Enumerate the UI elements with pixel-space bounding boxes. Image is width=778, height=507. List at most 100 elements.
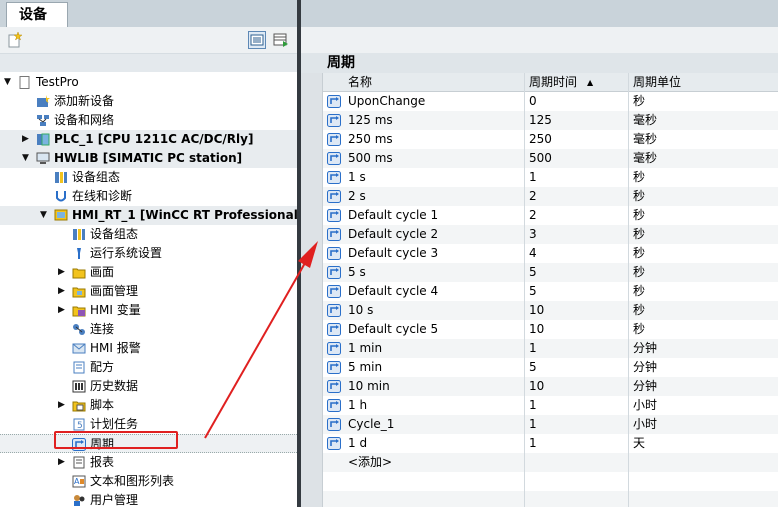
cell-name[interactable]: Default cycle 1 [323,206,525,225]
table-row[interactable]: 10 s 10 秒 [301,301,778,320]
cell-cycle-unit[interactable]: 分钟 [629,358,778,377]
row-selector[interactable] [301,168,323,187]
row-selector[interactable] [301,339,323,358]
tree-item[interactable]: ▼ TestPro [0,73,297,92]
table-row[interactable]: Default cycle 12秒 [301,206,778,225]
cell-cycle-unit[interactable]: 毫秒 [629,149,778,168]
cell-cycle-unit[interactable]: 毫秒 [629,130,778,149]
table-row[interactable]: 500 ms 500 毫秒 [301,149,778,168]
cell-name[interactable]: 2 s [323,187,525,206]
table-row[interactable]: 5 s5秒 [301,263,778,282]
table-row[interactable]: Cycle_1 1 小时 [301,415,778,434]
cell-cycle-unit[interactable]: 分钟 [629,339,778,358]
cell-cycle-time[interactable]: 10 [525,377,629,396]
cell-cycle-unit[interactable]: 分钟 [629,377,778,396]
tree-item[interactable]: 在线和诊断 [0,187,297,206]
details-view-button[interactable] [248,31,266,49]
row-selector[interactable] [301,187,323,206]
tree-item[interactable]: 配方 [0,358,297,377]
cell-name[interactable]: 250 ms [323,130,525,149]
cell-name[interactable]: 10 min [323,377,525,396]
cell-cycle-time[interactable]: 1 [525,415,629,434]
row-selector[interactable] [301,263,323,282]
row-selector[interactable] [301,282,323,301]
cell-cycle-time[interactable]: 500 [525,149,629,168]
expand-arrow-icon[interactable]: ▼ [22,149,32,168]
cell-name[interactable]: 1 s [323,168,525,187]
cell-cycle-time[interactable]: 1 [525,168,629,187]
cell-name[interactable]: Default cycle 5 [323,320,525,339]
cell-cycle-unit[interactable]: 秒 [629,187,778,206]
tree-item[interactable]: 用户管理 [0,491,297,507]
row-selector[interactable] [301,206,323,225]
cell-name[interactable]: 1 min [323,339,525,358]
column-header-name[interactable]: 名称 [323,73,525,92]
row-selector[interactable] [301,111,323,130]
cell-cycle-unit[interactable]: 天 [629,434,778,453]
cell-cycle-time[interactable]: 3 [525,225,629,244]
cell-cycle-unit[interactable]: 秒 [629,282,778,301]
tree-item[interactable]: 运行系统设置 [0,244,297,263]
cell-cycle-unit[interactable]: 秒 [629,244,778,263]
cell-name[interactable]: 1 h [323,396,525,415]
tree-item[interactable]: 设备和网络 [0,111,297,130]
tree-item[interactable]: ▶ 脚本 [0,396,297,415]
cell-name[interactable]: Default cycle 4 [323,282,525,301]
cell-cycle-time[interactable]: 125 [525,111,629,130]
collapse-arrow-icon[interactable]: ▶ [58,301,68,320]
tree-item[interactable]: ▶ 画面管理 [0,282,297,301]
cell-cycle-time[interactable]: 5 [525,282,629,301]
cell-cycle-unit[interactable]: 秒 [629,320,778,339]
collapse-arrow-icon[interactable]: ▶ [58,282,68,301]
table-row[interactable]: 250 ms 250 毫秒 [301,130,778,149]
cell-name[interactable]: 125 ms [323,111,525,130]
cell-cycle-time[interactable]: 1 [525,339,629,358]
row-selector[interactable] [301,225,323,244]
cell-cycle-time[interactable]: 0 [525,92,629,111]
tree-item[interactable]: 设备组态 [0,225,297,244]
collapse-arrow-icon[interactable]: ▶ [58,263,68,282]
add-row[interactable]: <添加> [301,453,778,472]
cell-cycle-unit[interactable]: 毫秒 [629,111,778,130]
cell-name[interactable]: Default cycle 2 [323,225,525,244]
cell-name[interactable]: Default cycle 3 [323,244,525,263]
collapse-arrow-icon[interactable]: ▶ [58,453,68,472]
table-row[interactable]: 2 s2秒 [301,187,778,206]
cell-cycle-time[interactable]: 4 [525,244,629,263]
cell-cycle-time[interactable]: 5 [525,358,629,377]
new-object-button[interactable] [6,31,24,49]
cell-name[interactable]: 5 s [323,263,525,282]
tree-item[interactable]: 连接 [0,320,297,339]
cell-cycle-unit[interactable]: 秒 [629,168,778,187]
row-selector[interactable] [301,415,323,434]
cell-cycle-time[interactable]: 5 [525,263,629,282]
cell-cycle-unit[interactable]: 小时 [629,415,778,434]
tree-item[interactable]: 历史数据 [0,377,297,396]
add-new-cycle[interactable]: <添加> [323,453,525,472]
table-row[interactable]: 125 ms 125 毫秒 [301,111,778,130]
column-header-cycle-time[interactable]: 周期时间 ▲ [525,73,629,92]
expand-arrow-icon[interactable]: ▼ [40,206,50,225]
cell-cycle-unit[interactable]: 秒 [629,301,778,320]
tree-item[interactable]: ▶ HMI 变量 [0,301,297,320]
collapse-arrow-icon[interactable]: ▶ [22,130,32,149]
row-selector[interactable] [301,149,323,168]
column-header-cycle-unit[interactable]: 周期单位 [629,73,778,92]
table-row[interactable]: UponChange 0 秒 [301,92,778,111]
table-row[interactable]: 5 min 5 分钟 [301,358,778,377]
row-selector[interactable] [301,358,323,377]
tab-devices[interactable]: 设备 [6,2,68,27]
tree-item[interactable]: ▼ HWLIB [SIMATIC PC station] [0,149,297,168]
cell-name[interactable]: 500 ms [323,149,525,168]
cell-name[interactable]: 1 d [323,434,525,453]
cell-cycle-time[interactable]: 2 [525,187,629,206]
cell-name[interactable]: 5 min [323,358,525,377]
tree-item[interactable]: HMI 报警 [0,339,297,358]
tree-item[interactable]: 添加新设备 [0,92,297,111]
cell-cycle-time[interactable]: 250 [525,130,629,149]
table-row[interactable]: 1 min 1 分钟 [301,339,778,358]
row-selector[interactable] [301,244,323,263]
expand-arrow-icon[interactable]: ▼ [4,73,14,92]
cell-cycle-unit[interactable]: 秒 [629,92,778,111]
table-row[interactable]: 1 h 1 小时 [301,396,778,415]
